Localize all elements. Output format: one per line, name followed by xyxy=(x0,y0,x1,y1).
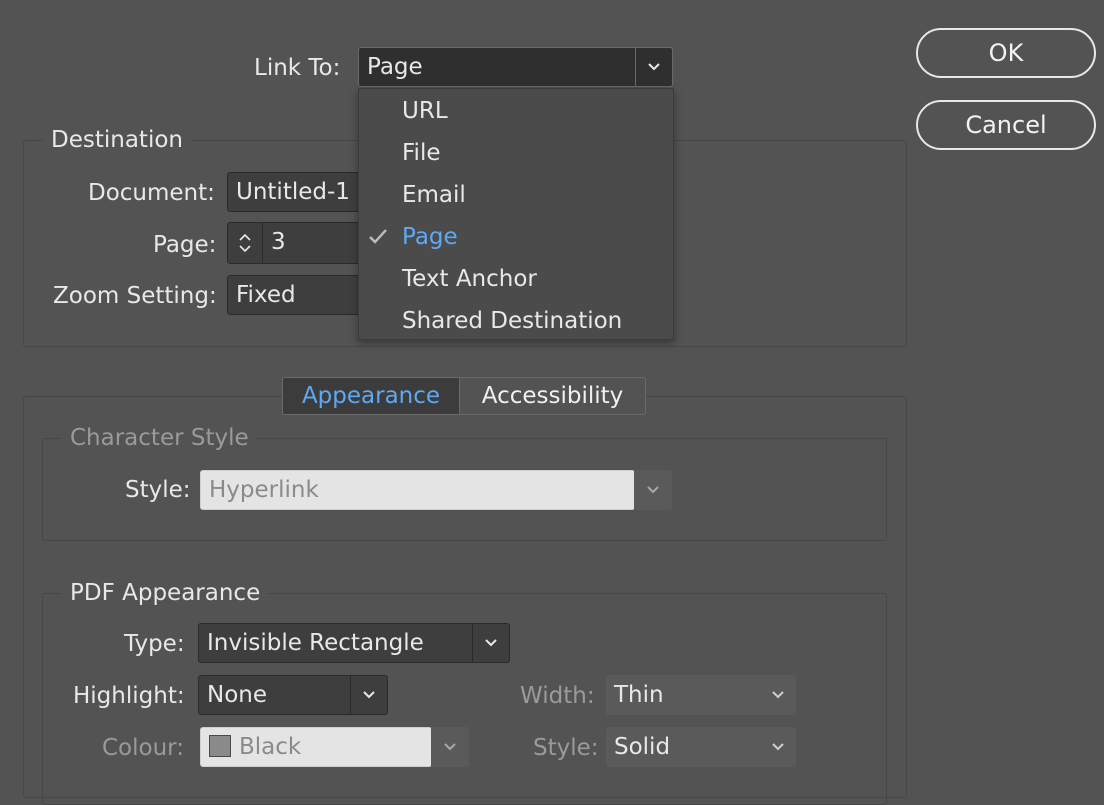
page-stepper[interactable] xyxy=(227,222,263,264)
character-style-label: Style: xyxy=(125,477,191,503)
page-label: Page: xyxy=(153,232,217,258)
type-label: Type: xyxy=(124,631,185,657)
chevron-down-icon xyxy=(472,624,509,662)
page-number-value: 3 xyxy=(271,229,286,255)
chevron-down-icon xyxy=(635,48,672,86)
pdf-appearance-title: PDF Appearance xyxy=(62,577,269,609)
highlight-value: None xyxy=(207,682,268,708)
chevron-up-icon xyxy=(239,233,251,241)
colour-chevron xyxy=(431,727,469,767)
character-style-value: Hyperlink xyxy=(209,477,319,503)
chevron-down-icon xyxy=(760,675,796,715)
character-style-chevron xyxy=(634,470,672,510)
link-to-value: Page xyxy=(367,54,423,80)
highlight-label: Highlight: xyxy=(73,683,185,709)
type-dropdown[interactable]: Invisible Rectangle xyxy=(198,623,510,663)
zoom-setting-dropdown[interactable]: Fixed xyxy=(227,275,367,315)
chevron-down-icon xyxy=(350,676,387,714)
tab-appearance[interactable]: Appearance xyxy=(283,378,460,414)
ok-button[interactable]: OK xyxy=(916,28,1096,78)
checkmark-icon xyxy=(369,229,387,244)
menu-item-file[interactable]: File xyxy=(402,132,441,174)
character-style-title: Character Style xyxy=(62,422,257,454)
zoom-setting-value: Fixed xyxy=(236,282,296,308)
border-style-dropdown: Solid xyxy=(606,727,796,767)
colour-value: Black xyxy=(239,734,302,760)
zoom-setting-label: Zoom Setting: xyxy=(53,283,217,309)
colour-label: Colour: xyxy=(102,735,184,761)
menu-item-shared-destination[interactable]: Shared Destination xyxy=(402,300,622,342)
document-label: Document: xyxy=(88,180,215,206)
menu-item-email[interactable]: Email xyxy=(402,174,466,216)
character-style-dropdown: Hyperlink xyxy=(200,470,635,510)
link-to-menu: URL File Email Page Text Anchor Shared D… xyxy=(358,88,674,340)
colour-swatch xyxy=(209,735,231,757)
border-style-label: Style: xyxy=(533,735,599,761)
tab-bar: Appearance Accessibility xyxy=(282,377,646,415)
type-value: Invisible Rectangle xyxy=(207,630,424,656)
link-to-dropdown[interactable]: Page xyxy=(358,47,673,87)
chevron-down-icon xyxy=(239,245,251,253)
width-dropdown: Thin xyxy=(606,675,796,715)
chevron-down-icon xyxy=(760,727,796,767)
chevron-down-icon xyxy=(647,486,659,494)
highlight-dropdown[interactable]: None xyxy=(198,675,388,715)
cancel-button[interactable]: Cancel xyxy=(916,100,1096,150)
document-dropdown[interactable]: Untitled-1 xyxy=(227,172,367,212)
page-number-input[interactable]: 3 xyxy=(262,222,367,264)
tab-accessibility[interactable]: Accessibility xyxy=(460,378,645,414)
menu-item-page[interactable]: Page xyxy=(402,216,458,258)
width-label: Width: xyxy=(520,683,595,709)
menu-item-text-anchor[interactable]: Text Anchor xyxy=(402,258,537,300)
menu-item-url[interactable]: URL xyxy=(402,90,448,132)
destination-title: Destination xyxy=(43,124,191,156)
link-to-label: Link To: xyxy=(254,55,341,81)
border-style-value: Solid xyxy=(614,734,671,760)
width-value: Thin xyxy=(614,682,664,708)
document-value: Untitled-1 xyxy=(236,179,350,205)
colour-dropdown: Black xyxy=(200,727,432,767)
chevron-down-icon xyxy=(444,743,456,751)
